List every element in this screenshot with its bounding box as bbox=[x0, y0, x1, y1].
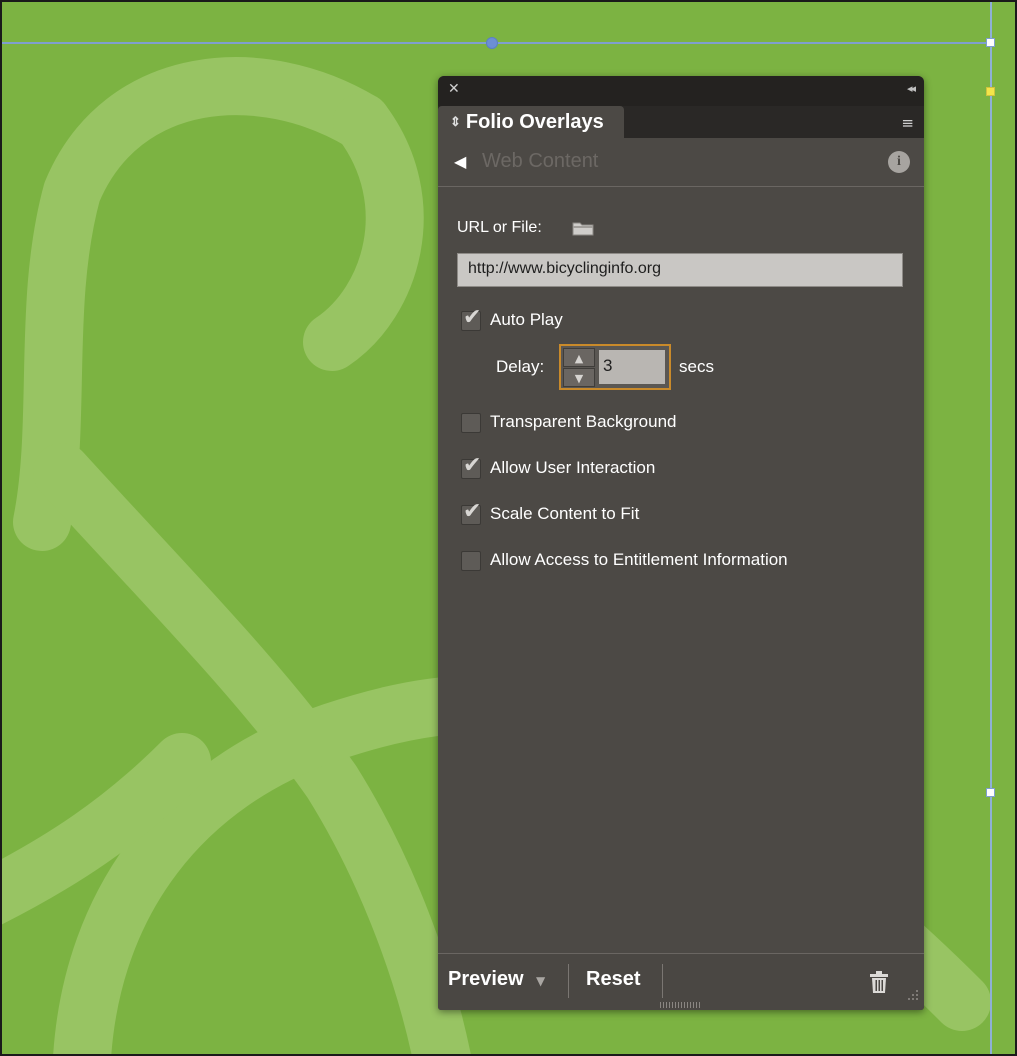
footer-divider bbox=[568, 964, 569, 998]
trash-icon[interactable] bbox=[868, 970, 890, 994]
info-icon[interactable]: i bbox=[888, 151, 910, 173]
tab-folio-overlays[interactable]: ⇕ Folio Overlays bbox=[438, 106, 624, 138]
entitlement-access-label: Allow Access to Entitlement Information bbox=[490, 550, 788, 569]
layout-canvas: ✕ ◂◂ ⇕ Folio Overlays ≡ ◀ Web Content i … bbox=[0, 0, 1017, 1056]
panel-titlebar[interactable]: ✕ ◂◂ bbox=[438, 76, 924, 106]
allow-user-interaction-checkbox[interactable] bbox=[461, 453, 481, 479]
reset-button[interactable]: Reset bbox=[586, 968, 640, 991]
panel-footer: Preview ▼ Reset bbox=[438, 953, 924, 1010]
preview-button[interactable]: Preview bbox=[448, 968, 524, 991]
resize-grip-icon[interactable] bbox=[904, 988, 920, 1004]
frame-handle-top-right[interactable] bbox=[986, 38, 995, 47]
frame-guide-right bbox=[990, 2, 992, 1054]
folio-overlays-panel: ✕ ◂◂ ⇕ Folio Overlays ≡ ◀ Web Content i … bbox=[438, 76, 924, 1010]
auto-play-checkbox[interactable] bbox=[461, 305, 481, 331]
tab-updown-icon: ⇕ bbox=[450, 114, 461, 129]
scale-content-to-fit-checkbox[interactable] bbox=[461, 499, 481, 525]
anchor-point[interactable] bbox=[486, 37, 498, 49]
auto-play-label: Auto Play bbox=[490, 310, 563, 329]
panel-menu-icon[interactable]: ≡ bbox=[901, 114, 914, 132]
delay-label: Delay: bbox=[496, 357, 545, 376]
transparent-background-label: Transparent Background bbox=[490, 412, 677, 431]
transparent-background-checkbox[interactable] bbox=[461, 413, 481, 433]
collapse-panel-icon[interactable]: ◂◂ bbox=[907, 82, 916, 95]
preview-dropdown-icon[interactable]: ▼ bbox=[536, 974, 545, 988]
url-or-file-label: URL or File: bbox=[457, 219, 542, 236]
delay-value-input[interactable]: 3 bbox=[599, 350, 665, 384]
content-subheader: ◀ Web Content i bbox=[438, 138, 924, 187]
tab-label: Folio Overlays bbox=[465, 110, 604, 133]
delay-stepper[interactable]: ▲ ▼ 3 bbox=[559, 344, 671, 390]
panel-tab-row: ⇕ Folio Overlays ≡ bbox=[438, 106, 924, 138]
entitlement-access-checkbox[interactable] bbox=[461, 551, 481, 571]
folder-icon[interactable] bbox=[572, 220, 594, 236]
subheader-title: Web Content bbox=[482, 150, 599, 172]
panel-resize-handle[interactable] bbox=[660, 1002, 700, 1008]
stepper-down-icon[interactable]: ▼ bbox=[563, 368, 595, 387]
allow-user-interaction-label: Allow User Interaction bbox=[490, 458, 656, 477]
stepper-up-icon[interactable]: ▲ bbox=[563, 348, 595, 367]
frame-handle-corner-option[interactable] bbox=[986, 87, 995, 96]
scale-content-to-fit-label: Scale Content to Fit bbox=[490, 504, 640, 523]
footer-divider bbox=[662, 964, 663, 998]
close-icon[interactable]: ✕ bbox=[448, 82, 460, 96]
url-input[interactable]: http://www.bicyclinginfo.org bbox=[457, 253, 903, 287]
delay-unit-label: secs bbox=[679, 357, 714, 376]
back-arrow-icon[interactable]: ◀ bbox=[454, 152, 466, 171]
frame-handle-right-middle[interactable] bbox=[986, 788, 995, 797]
